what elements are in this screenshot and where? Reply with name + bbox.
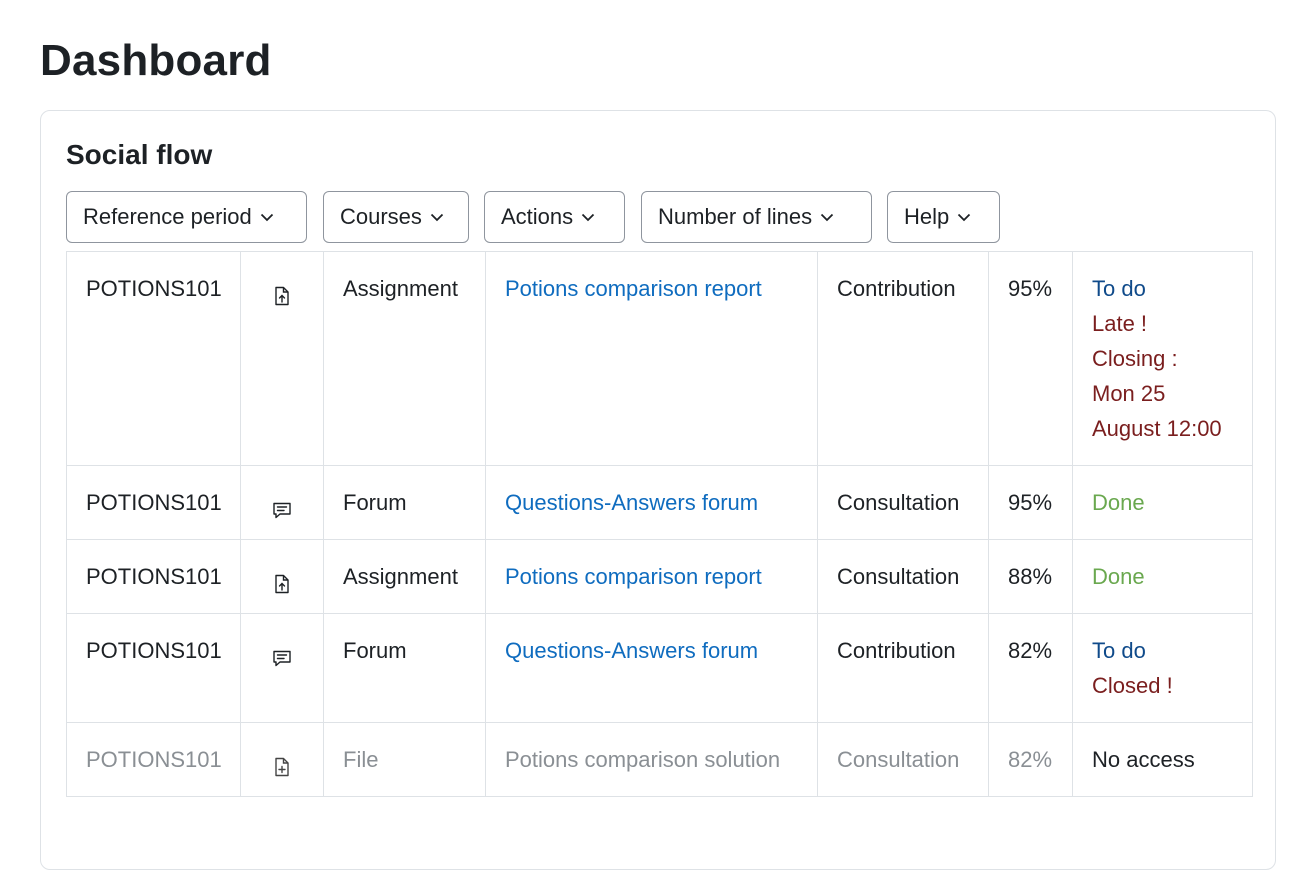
action-cell: Consultation bbox=[817, 539, 989, 614]
status-text: Mon 25 bbox=[1092, 381, 1166, 406]
chevron-down-icon bbox=[430, 212, 444, 222]
activity-cell: Questions-Answers forum bbox=[485, 465, 818, 540]
block-title: Social flow bbox=[66, 139, 213, 170]
table-row: POTIONS101 Assignment Potions comparison… bbox=[66, 251, 1253, 466]
module-icon-cell bbox=[240, 251, 324, 466]
help-label: Help bbox=[904, 204, 950, 229]
status-text: No access bbox=[1092, 747, 1195, 772]
action-cell: Consultation bbox=[817, 465, 989, 540]
module-icon-cell bbox=[240, 613, 324, 723]
chevron-down-icon bbox=[820, 212, 834, 222]
file-icon bbox=[271, 753, 293, 777]
course-name: POTIONS101 bbox=[86, 564, 222, 589]
module-type-cell: File bbox=[323, 722, 486, 797]
module-type: Forum bbox=[343, 490, 407, 515]
chevron-down-icon bbox=[581, 212, 595, 222]
actions-dropdown[interactable]: Actions bbox=[484, 191, 625, 243]
courses-label: Courses bbox=[340, 204, 422, 229]
forum-icon bbox=[271, 496, 293, 519]
percent-cell: 82% bbox=[988, 722, 1073, 797]
status-text: Closed ! bbox=[1092, 673, 1173, 698]
social-flow-table: POTIONS101 Assignment Potions comparison… bbox=[66, 251, 1253, 797]
status-text: August 12:00 bbox=[1092, 416, 1222, 441]
status-text: Late ! bbox=[1092, 311, 1148, 336]
action-type: Contribution bbox=[837, 638, 956, 663]
course-name: POTIONS101 bbox=[86, 276, 222, 301]
module-icon-cell bbox=[240, 465, 324, 540]
activity-link[interactable]: Potions comparison report bbox=[505, 564, 762, 589]
module-type-cell: Assignment bbox=[323, 539, 486, 614]
course-name: POTIONS101 bbox=[86, 638, 222, 663]
status-text: Done bbox=[1092, 490, 1145, 515]
completion-percent: 95% bbox=[1008, 276, 1053, 301]
course-name: POTIONS101 bbox=[86, 747, 222, 772]
course-name: POTIONS101 bbox=[86, 490, 222, 515]
course-cell: POTIONS101 bbox=[66, 613, 241, 723]
module-type: Assignment bbox=[343, 564, 458, 589]
reference-period-dropdown[interactable]: Reference period bbox=[66, 191, 307, 243]
status-cell: Done bbox=[1072, 465, 1253, 540]
module-type-cell: Forum bbox=[323, 613, 486, 723]
social-flow-block: Social flow Reference period Courses Act… bbox=[40, 110, 1276, 870]
activity-link[interactable]: Questions-Answers forum bbox=[505, 490, 758, 515]
activity-cell: Potions comparison solution bbox=[485, 722, 818, 797]
number-of-lines-label: Number of lines bbox=[658, 204, 813, 229]
status-text: Closing : bbox=[1092, 346, 1178, 371]
activity-link[interactable]: Potions comparison report bbox=[505, 276, 762, 301]
completion-percent: 82% bbox=[1008, 638, 1053, 663]
course-cell: POTIONS101 bbox=[66, 722, 241, 797]
chevron-down-icon bbox=[260, 212, 274, 222]
action-type: Consultation bbox=[837, 564, 960, 589]
assignment-upload-icon bbox=[271, 570, 293, 594]
action-type: Consultation bbox=[837, 747, 960, 772]
percent-cell: 88% bbox=[988, 539, 1073, 614]
status-cell: No access bbox=[1072, 722, 1253, 797]
module-type: File bbox=[343, 747, 379, 772]
module-type: Forum bbox=[343, 638, 407, 663]
course-cell: POTIONS101 bbox=[66, 465, 241, 540]
reference-period-label: Reference period bbox=[83, 204, 252, 229]
activity-cell: Potions comparison report bbox=[485, 251, 818, 466]
table-row: POTIONS101 Forum Questions-Answers forum… bbox=[66, 613, 1253, 723]
status-cell: Done bbox=[1072, 539, 1253, 614]
activity-link: Potions comparison solution bbox=[505, 747, 781, 772]
page-title: Dashboard bbox=[40, 36, 272, 85]
course-cell: POTIONS101 bbox=[66, 539, 241, 614]
action-cell: Consultation bbox=[817, 722, 989, 797]
status-cell: To do Late ! Closing : Mon 25 August 12:00 bbox=[1072, 251, 1253, 466]
chevron-down-icon bbox=[957, 212, 971, 222]
activity-cell: Potions comparison report bbox=[485, 539, 818, 614]
module-type: Assignment bbox=[343, 276, 458, 301]
action-type: Contribution bbox=[837, 276, 956, 301]
course-cell: POTIONS101 bbox=[66, 251, 241, 466]
activity-link[interactable]: Questions-Answers forum bbox=[505, 638, 758, 663]
status-text: To do bbox=[1092, 638, 1146, 663]
percent-cell: 82% bbox=[988, 613, 1073, 723]
completion-percent: 82% bbox=[1008, 747, 1053, 772]
activity-cell: Questions-Answers forum bbox=[485, 613, 818, 723]
courses-dropdown[interactable]: Courses bbox=[323, 191, 469, 243]
module-icon-cell bbox=[240, 539, 324, 614]
status-text: To do bbox=[1092, 276, 1146, 301]
action-type: Consultation bbox=[837, 490, 960, 515]
actions-label: Actions bbox=[501, 204, 574, 229]
module-type-cell: Forum bbox=[323, 465, 486, 540]
table-row: POTIONS101 Assignment Potions comparison… bbox=[66, 539, 1253, 614]
table-row: POTIONS101 Forum Questions-Answers forum… bbox=[66, 465, 1253, 540]
module-icon-cell bbox=[240, 722, 324, 797]
assignment-upload-icon bbox=[271, 282, 293, 306]
forum-icon bbox=[271, 644, 293, 667]
number-of-lines-dropdown[interactable]: Number of lines bbox=[641, 191, 872, 243]
percent-cell: 95% bbox=[988, 251, 1073, 466]
status-text: Done bbox=[1092, 564, 1145, 589]
table-row: POTIONS101 File Potions comparison solut… bbox=[66, 722, 1253, 797]
module-type-cell: Assignment bbox=[323, 251, 486, 466]
action-cell: Contribution bbox=[817, 613, 989, 723]
completion-percent: 88% bbox=[1008, 564, 1053, 589]
completion-percent: 95% bbox=[1008, 490, 1053, 515]
help-dropdown[interactable]: Help bbox=[887, 191, 1000, 243]
action-cell: Contribution bbox=[817, 251, 989, 466]
percent-cell: 95% bbox=[988, 465, 1073, 540]
status-cell: To do Closed ! bbox=[1072, 613, 1253, 723]
